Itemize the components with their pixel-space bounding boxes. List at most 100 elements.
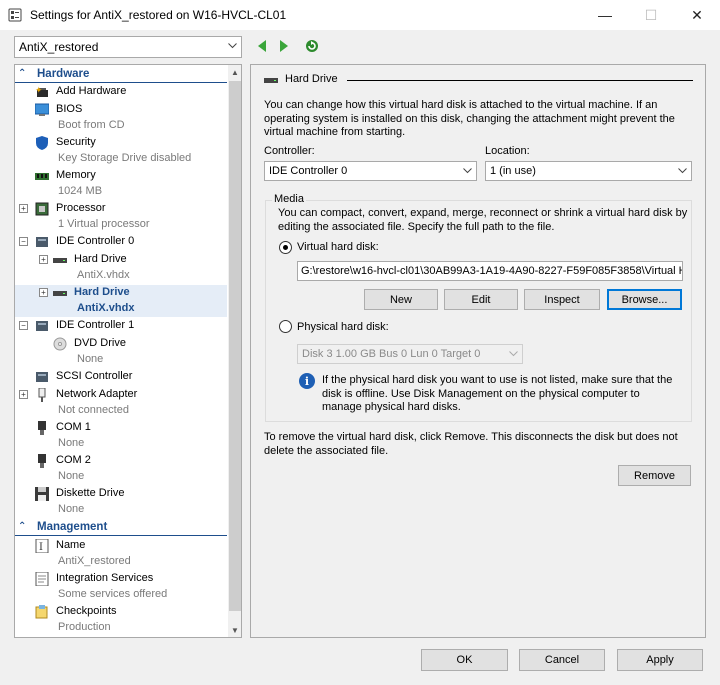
tree-item-sublabel: Key Storage Drive disabled	[58, 152, 192, 164]
refresh-button[interactable]	[304, 38, 320, 54]
tree-item-ide-controller-1[interactable]: − IDE Controller 1	[15, 318, 227, 336]
tree-item-sublabel: 1024 MB	[58, 185, 103, 197]
vm-selector[interactable]: AntiX_restored	[14, 36, 242, 58]
edit-button[interactable]: Edit	[444, 289, 518, 310]
expand-icon[interactable]: +	[39, 255, 48, 264]
new-button[interactable]: New	[364, 289, 438, 310]
vhd-path-input[interactable]: G:\restore\w16-hvcl-cl01\30AB99A3-1A19-4…	[297, 261, 683, 281]
tree-scrollbar[interactable]: ▲ ▼	[228, 65, 241, 637]
bios-monitor-icon	[34, 103, 50, 117]
tree-item-label: Integration Services	[56, 572, 154, 584]
tree-item-sublabel: Not connected	[58, 404, 129, 416]
controller-icon	[35, 319, 49, 333]
tree-item-label: Processor	[56, 202, 106, 214]
tree-item-label: DVD Drive	[74, 337, 126, 349]
virtual-hard-disk-label: Virtual hard disk:	[297, 241, 379, 253]
physical-disk-select[interactable]: Disk 3 1.00 GB Bus 0 Lun 0 Target 0	[297, 344, 523, 364]
close-button[interactable]: ✕	[674, 0, 720, 30]
cancel-button[interactable]: Cancel	[519, 649, 605, 671]
tree-item-label: Network Adapter	[56, 388, 138, 400]
tree-item-scsi-controller[interactable]: SCSI Controller	[15, 369, 227, 387]
tree-item-add-hardware[interactable]: ✦ Add Hardware	[15, 84, 227, 102]
inspect-button[interactable]: Inspect	[524, 289, 600, 310]
tree-item-sublabel: Boot from CD	[58, 119, 125, 131]
tree-item-ide-controller-0[interactable]: − IDE Controller 0	[15, 234, 227, 252]
add-hardware-icon: ✦	[35, 85, 49, 99]
media-groupbox: Media You can compact, convert, expand, …	[265, 193, 692, 422]
tree-item-processor[interactable]: + Processor 1 Virtual processor	[15, 201, 227, 234]
info-icon: i	[299, 373, 315, 389]
tree-item-sublabel: 1 Virtual processor	[58, 218, 150, 230]
shield-icon	[35, 136, 49, 150]
minimize-button[interactable]: —	[582, 0, 628, 30]
tree-item-com-1[interactable]: COM 1 None	[15, 420, 227, 453]
apply-button[interactable]: Apply	[617, 649, 703, 671]
checkpoints-icon	[35, 605, 49, 619]
tree-item-memory[interactable]: Memory 1024 MB	[15, 168, 227, 201]
scroll-up-icon[interactable]: ▲	[228, 65, 241, 79]
collapse-icon[interactable]: −	[19, 237, 28, 246]
chevron-down-icon	[509, 349, 518, 360]
scroll-down-icon[interactable]: ▼	[228, 623, 241, 637]
media-description: You can compact, convert, expand, merge,…	[278, 207, 688, 233]
previous-vm-button[interactable]	[254, 38, 270, 54]
remove-button[interactable]: Remove	[618, 465, 691, 486]
network-adapter-icon	[35, 387, 49, 402]
tree-item-diskette-drive[interactable]: Diskette Drive None	[15, 486, 227, 519]
tree-item-network-adapter[interactable]: + Network Adapter Not connected	[15, 387, 227, 420]
controller-select[interactable]: IDE Controller 0	[264, 161, 477, 181]
vm-selector-value: AntiX_restored	[19, 40, 99, 54]
hardware-category[interactable]: ⌃ Hardware	[15, 67, 227, 83]
tree-item-checkpoints[interactable]: Checkpoints Production	[15, 604, 227, 637]
collapse-chevron-icon: ⌃	[18, 521, 27, 532]
svg-text:✦: ✦	[35, 85, 43, 95]
hard-drive-settings-panel: Hard Drive You can change how this virtu…	[250, 64, 706, 638]
physical-hard-disk-label: Physical hard disk:	[297, 321, 389, 333]
virtual-hard-disk-radio[interactable]	[279, 241, 292, 254]
tree-item-hard-drive-selected[interactable]: + Hard Drive AntiX.vhdx	[15, 285, 227, 317]
back-arrow-icon	[258, 40, 266, 52]
scrollbar-thumb[interactable]	[229, 81, 241, 611]
location-select[interactable]: 1 (in use)	[485, 161, 692, 181]
forward-arrow-icon	[280, 40, 288, 52]
tree-item-dvd-drive[interactable]: DVD Drive None	[15, 336, 227, 369]
chevron-down-icon	[228, 41, 237, 52]
hard-drive-icon	[53, 253, 67, 267]
maximize-button[interactable]: ☐	[628, 0, 674, 30]
settings-tree[interactable]: ⌃ Hardware ✦ Add Hardware BIOS Boot from…	[14, 64, 242, 638]
tree-item-sublabel: Production	[58, 621, 111, 633]
expand-icon[interactable]: +	[39, 288, 48, 297]
tree-item-sublabel: AntiX_restored	[58, 555, 131, 567]
tree-item-hard-drive-1[interactable]: + Hard Drive AntiX.vhdx	[15, 252, 227, 285]
physical-hard-disk-radio[interactable]	[279, 320, 292, 333]
ok-button[interactable]: OK	[421, 649, 508, 671]
tree-item-sublabel: AntiX.vhdx	[77, 269, 130, 281]
hard-drive-icon	[263, 74, 279, 89]
section-header: Hard Drive	[263, 73, 693, 87]
physical-disk-select-value: Disk 3 1.00 GB Bus 0 Lun 0 Target 0	[302, 348, 481, 360]
management-category[interactable]: ⌃ Management	[15, 520, 227, 536]
controller-select-value: IDE Controller 0	[269, 165, 348, 177]
tree-item-label: Hard Drive	[74, 286, 130, 298]
tree-item-integration-services[interactable]: Integration Services Some services offer…	[15, 571, 227, 604]
chevron-down-icon	[678, 166, 687, 177]
browse-button[interactable]: Browse...	[607, 289, 682, 310]
collapse-icon[interactable]: −	[19, 321, 28, 330]
expand-icon[interactable]: +	[19, 204, 28, 213]
dvd-disc-icon	[53, 337, 67, 351]
refresh-icon	[306, 40, 318, 52]
next-vm-button[interactable]	[276, 38, 292, 54]
tree-item-com-2[interactable]: COM 2 None	[15, 453, 227, 486]
controller-label: Controller:	[264, 145, 315, 157]
tree-item-sublabel: None	[58, 503, 85, 515]
tree-item-security[interactable]: Security Key Storage Drive disabled	[15, 135, 227, 168]
expand-icon[interactable]: +	[19, 390, 28, 399]
serial-port-icon	[35, 421, 49, 435]
tree-item-label: IDE Controller 1	[56, 319, 135, 331]
tree-item-sublabel: AntiX.vhdx	[77, 302, 135, 314]
tree-item-label: COM 2	[56, 454, 91, 466]
floppy-disk-icon	[35, 487, 49, 501]
tree-item-name[interactable]: I Name AntiX_restored	[15, 538, 227, 571]
section-title: Hard Drive	[285, 73, 338, 85]
tree-item-bios[interactable]: BIOS Boot from CD	[15, 102, 227, 135]
